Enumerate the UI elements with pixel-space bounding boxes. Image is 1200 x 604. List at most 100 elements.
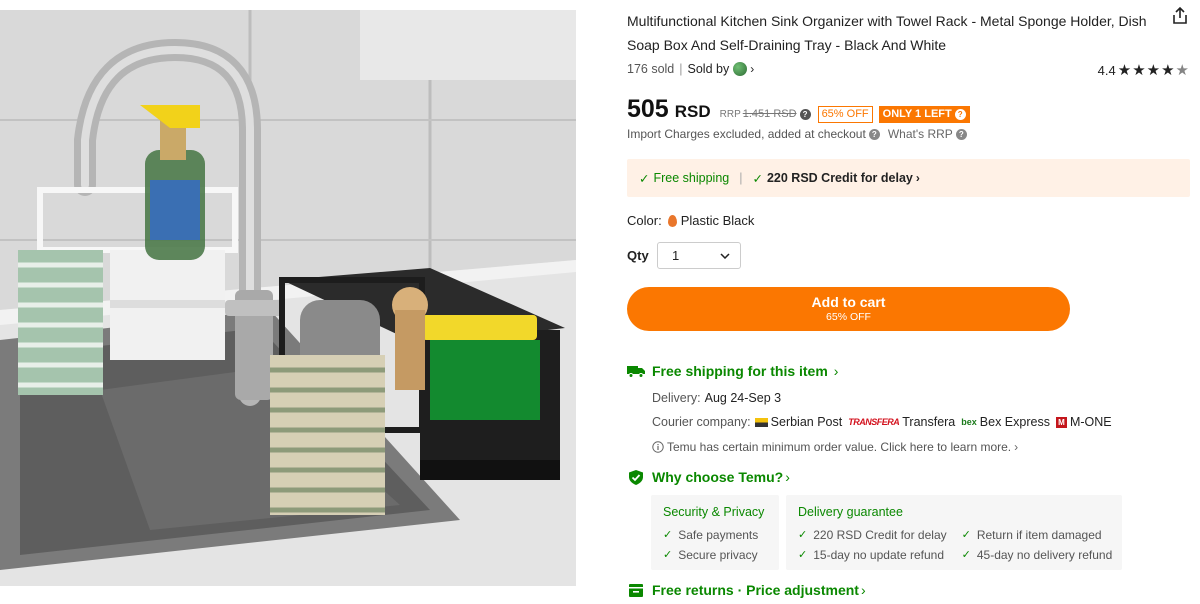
- divider: |: [739, 171, 743, 185]
- why-temu-title: Why choose Temu?: [652, 469, 784, 485]
- free-shipping-title: Free shipping for this item: [652, 363, 828, 379]
- serbian-post-logo-icon: [754, 417, 768, 427]
- chevron-right-icon: ›: [750, 62, 755, 76]
- add-to-cart-label: Add to cart: [811, 294, 886, 310]
- info-icon: [652, 441, 664, 453]
- check-icon: ✓: [639, 171, 650, 186]
- free-shipping-label: Free shipping: [653, 171, 730, 185]
- star-icon: ★: [1161, 62, 1176, 79]
- mone-logo-icon: M: [1055, 416, 1067, 428]
- delivery-label: Delivery:: [652, 391, 701, 405]
- free-shipping-link[interactable]: Free shipping for this item ›: [627, 363, 838, 379]
- truck-icon: [627, 363, 645, 379]
- rating-value: 4.4: [1097, 62, 1116, 78]
- delivery-value: Aug 24-Sep 3: [704, 391, 782, 405]
- why-choose-temu-link[interactable]: Why choose Temu? ›: [627, 469, 790, 485]
- star-icon: ★: [1117, 62, 1133, 79]
- rating-stars: ★★★★★: [1118, 61, 1190, 79]
- courier-transfera: TRANSFERA Transfera: [848, 415, 955, 429]
- security-privacy-card: Security & Privacy ✓ Safe payments ✓ Secur…: [651, 495, 779, 570]
- chevron-right-icon: ›: [915, 171, 920, 185]
- question-icon: ?: [954, 109, 966, 120]
- bex-logo-icon: bex: [961, 417, 977, 427]
- sold-count: 176 sold: [627, 62, 675, 76]
- color-label: Color:: [627, 213, 662, 228]
- check-icon: ✓: [961, 529, 971, 541]
- discount-badge: 65% OFF: [817, 106, 873, 123]
- min-order-text: Temu has certain minimum order value. Cl…: [667, 440, 1012, 454]
- credit-label: 220 RSD Credit for delay: [766, 171, 913, 185]
- quantity-select[interactable]: 1: [657, 242, 741, 269]
- security-item: ✓ Safe payments: [663, 525, 779, 545]
- courier-bex: bex Bex Express: [961, 415, 1050, 429]
- courier-companies: Courier company: Serbian Post TRANSFERA …: [652, 415, 1112, 429]
- delivery-estimate: Delivery: Aug 24-Sep 3: [652, 391, 781, 405]
- courier-label: Courier company:: [652, 415, 751, 429]
- sold-by-link[interactable]: Sold by ›: [687, 62, 755, 76]
- product-image[interactable]: [0, 10, 576, 586]
- security-title: Security & Privacy: [663, 505, 765, 519]
- free-returns-title: Free returns · Price adjustment: [652, 582, 859, 598]
- question-icon[interactable]: ?: [799, 109, 811, 120]
- divider: |: [679, 62, 683, 76]
- check-icon: ✓: [798, 529, 808, 541]
- check-icon: ✓: [752, 171, 763, 186]
- shield-check-icon: [627, 469, 645, 485]
- rrp-value: 1.451 RSD: [742, 108, 797, 120]
- question-icon[interactable]: ?: [868, 128, 880, 140]
- delivery-guarantee-card: Delivery guarantee ✓ 220 RSD Credit for d…: [786, 495, 1122, 570]
- whats-rrp-link[interactable]: What's RRP: [888, 127, 953, 141]
- courier-serbian-post: Serbian Post: [754, 415, 843, 429]
- quantity-row: Qty 1: [627, 242, 741, 269]
- free-returns-link[interactable]: Free returns · Price adjustment ›: [627, 582, 866, 598]
- chevron-right-icon: ›: [785, 469, 790, 485]
- rating[interactable]: 4.4 ★★★★★: [1098, 61, 1190, 79]
- delivery-guarantee-title: Delivery guarantee: [798, 505, 903, 519]
- stock-badge[interactable]: ONLY 1 LEFT ?: [878, 106, 970, 123]
- sales-meta: 176 sold | Sold by ›: [627, 62, 754, 76]
- check-icon: ✓: [663, 529, 673, 541]
- courier-mone: M M-ONE: [1055, 415, 1112, 429]
- sold-by-label: Sold by: [687, 62, 730, 76]
- add-to-cart-button[interactable]: Add to cart 65% OFF: [627, 287, 1070, 331]
- transfera-logo-icon: TRANSFERA: [848, 417, 900, 427]
- courier-name: Bex Express: [979, 415, 1050, 429]
- add-to-cart-discount: 65% OFF: [826, 311, 871, 323]
- price-currency: RSD: [674, 102, 711, 121]
- guarantee-item: ✓ 15-day no update refund: [798, 545, 947, 565]
- seller-avatar-icon: [733, 62, 748, 76]
- min-order-note[interactable]: Temu has certain minimum order value. Cl…: [652, 440, 1018, 454]
- qty-value: 1: [672, 248, 680, 263]
- product-title: Multifunctional Kitchen Sink Organizer w…: [627, 13, 1147, 53]
- product-info-panel: Multifunctional Kitchen Sink Organizer w…: [627, 0, 1192, 604]
- guarantee-item: ✓ Return if item damaged: [962, 525, 1113, 545]
- qty-label: Qty: [627, 248, 649, 263]
- check-icon: ✓: [663, 549, 673, 561]
- color-selector: Color: Plastic Black: [627, 213, 754, 228]
- color-value: Plastic Black: [680, 213, 755, 228]
- check-icon: ✓: [961, 549, 971, 561]
- courier-name: Serbian Post: [770, 415, 843, 429]
- chevron-right-icon: ›: [1014, 440, 1019, 454]
- check-icon: ✓: [798, 549, 808, 561]
- price-amount: 505: [627, 95, 669, 123]
- security-item: ✓ Secure privacy: [663, 545, 779, 565]
- star-half-icon: ★: [1175, 62, 1190, 79]
- star-icon: ★: [1132, 62, 1147, 79]
- courier-name: M-ONE: [1069, 415, 1112, 429]
- courier-name: Transfera: [902, 415, 956, 429]
- chevron-right-icon: ›: [833, 363, 839, 379]
- question-icon[interactable]: ?: [955, 128, 967, 140]
- price-row: 505 RSD RRP 1.451 RSD ? 65% OFF ONLY 1 L…: [627, 95, 970, 124]
- chevron-right-icon: ›: [860, 582, 866, 598]
- chevron-down-icon: [720, 252, 730, 259]
- share-button[interactable]: [1170, 6, 1190, 26]
- color-swatch-icon: [667, 214, 677, 227]
- stock-badge-label: ONLY 1 LEFT: [882, 108, 952, 120]
- product-photo-illustration: [0, 10, 576, 586]
- import-charges-note: Import Charges excluded, added at checko…: [627, 127, 967, 141]
- rrp-label: RRP: [719, 109, 741, 120]
- share-icon: [1173, 6, 1187, 24]
- shipping-banner[interactable]: ✓ Free shipping | ✓ 220 RSD Credit for d…: [627, 159, 1190, 197]
- guarantee-item: ✓ 45-day no delivery refund: [962, 545, 1113, 565]
